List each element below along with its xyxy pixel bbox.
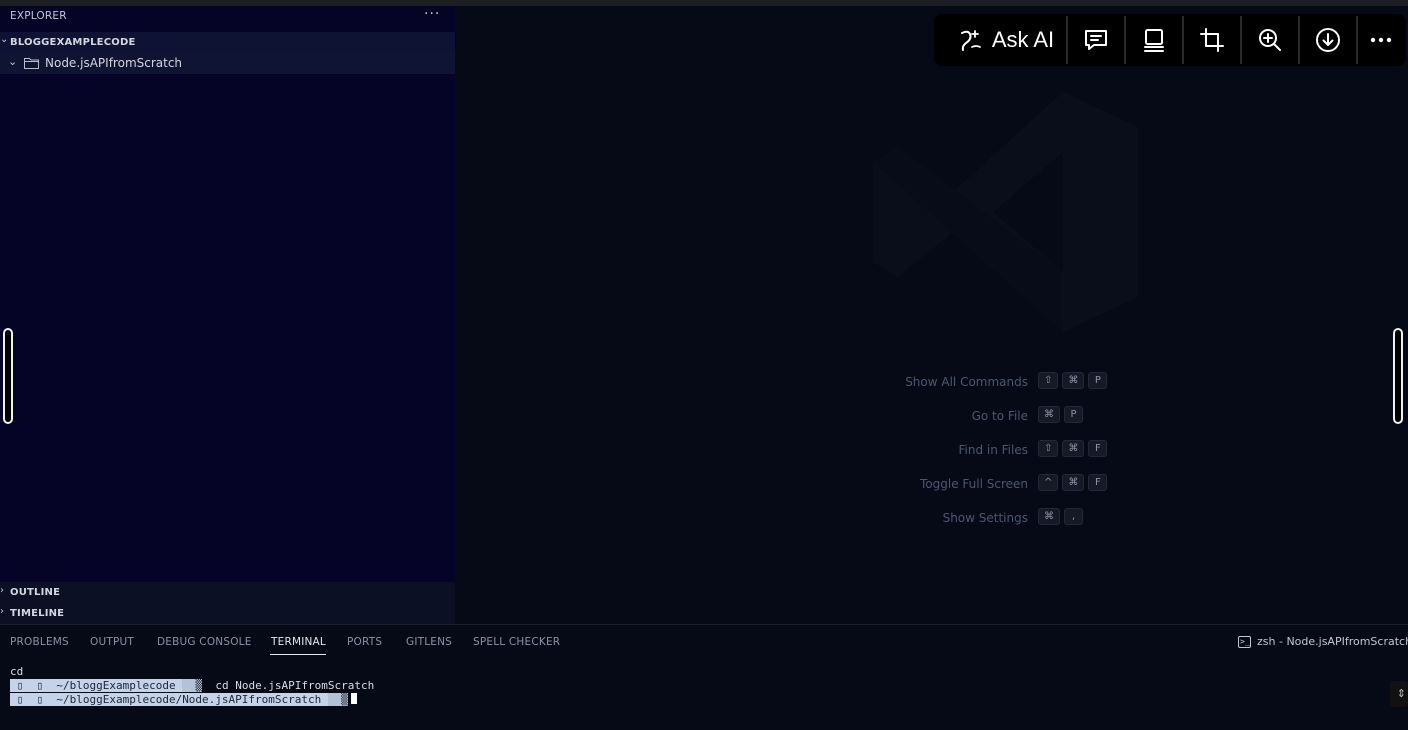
tab-spell-checker[interactable]: SPELL CHECKER	[473, 636, 560, 648]
explorer-header: EXPLORER ···	[0, 6, 455, 28]
explorer-title: EXPLORER	[10, 10, 67, 22]
zoom-in-button[interactable]	[1242, 14, 1298, 66]
download-button[interactable]	[1300, 14, 1356, 66]
terminal-command: cd Node.jsAPIfromScratch	[215, 679, 375, 692]
key-cap: ⌘	[1062, 372, 1085, 389]
key-cap: ⌘	[1038, 406, 1060, 423]
terminal-instance-label[interactable]: >_ zsh - Node.jsAPIfromScratch	[1238, 635, 1408, 648]
crop-button[interactable]	[1184, 14, 1240, 66]
shortcut-row[interactable]: Go to File ⌘ P	[740, 406, 1140, 426]
workspace-label: BLOGGEXAMPLECODE	[10, 37, 136, 48]
outline-label: OUTLINE	[10, 587, 61, 598]
key-cap: ,	[1064, 508, 1083, 525]
chevron-down-icon: ⌄	[8, 55, 18, 68]
more-button[interactable]	[1358, 14, 1404, 66]
key-cap: ⌘	[1038, 508, 1060, 525]
right-resize-handle[interactable]	[1393, 328, 1403, 424]
key-cap: P	[1088, 372, 1108, 389]
comment-button[interactable]	[1068, 14, 1124, 66]
panel-tabs: PROBLEMS OUTPUT DEBUG CONSOLE TERMINAL P…	[0, 625, 1000, 659]
key-cap: ⇧	[1038, 372, 1059, 389]
ai-sparkle-icon	[960, 30, 981, 51]
shortcut-row[interactable]: Show All Commands ⇧ ⌘ P	[740, 372, 1140, 392]
prompt-path: ~/bloggExamplecode/Node.jsAPIfromScratch	[56, 693, 322, 706]
prompt-gap	[202, 679, 215, 692]
shortcut-label: Go to File	[971, 409, 1028, 423]
key-cap: F	[1088, 474, 1108, 491]
more-actions-icon[interactable]: ···	[424, 6, 440, 22]
shortcut-label: Find in Files	[958, 443, 1029, 457]
tree-item-folder[interactable]: ⌄ Node.jsAPIfromScratch	[0, 53, 455, 74]
more-horizontal-icon	[1370, 37, 1392, 43]
shortcut-row[interactable]: Find in Files ⇧ ⌘ F	[740, 440, 1140, 460]
key-cap: ^	[1038, 474, 1059, 491]
terminal-title: zsh - Node.jsAPIfromScratch	[1257, 635, 1408, 648]
terminal-icon: >_	[1238, 635, 1251, 648]
key-cap: ⌘	[1062, 440, 1085, 457]
explorer-sidebar: EXPLORER ··· ⌄ BLOGGEXAMPLECODE ⌄ Node.j…	[0, 6, 455, 624]
key-cap: ⌘	[1062, 474, 1085, 491]
tab-debug-console[interactable]: DEBUG CONSOLE	[157, 636, 252, 648]
chevron-down-icon: ⌄	[0, 34, 9, 45]
terminal-output[interactable]: cd ▯ ▯ ~/bloggExamplecode ▒ cd Node.jsAP…	[10, 665, 374, 707]
vscode-logo-watermark	[873, 92, 1138, 332]
prompt-segment: ▯ ▯ ~/bloggExamplecode	[10, 679, 183, 692]
outline-section[interactable]: › OUTLINE	[0, 582, 455, 603]
bottom-panel: PROBLEMS OUTPUT DEBUG CONSOLE TERMINAL P…	[0, 624, 1408, 730]
key-cap: F	[1088, 440, 1108, 457]
shortcut-label: Show Settings	[942, 511, 1028, 525]
prompt-segment: ▯ ▯ ~/bloggExamplecode/Node.jsAPIfromScr…	[10, 693, 328, 706]
tab-ports[interactable]: PORTS	[347, 636, 382, 648]
crop-icon	[1200, 28, 1224, 52]
folder-open-icon	[24, 58, 39, 69]
presentation-icon	[1144, 29, 1164, 52]
shortcut-label: Toggle Full Screen	[920, 477, 1028, 491]
shortcut-row[interactable]: Show Settings ⌘ ,	[740, 508, 1140, 528]
terminal-line: ▯ ▯ ~/bloggExamplecode ▒ cd Node.jsAPIfr…	[10, 679, 374, 693]
floating-toolbar: Ask AI	[934, 14, 1406, 66]
zoom-in-icon	[1259, 29, 1281, 51]
left-resize-handle[interactable]	[3, 328, 13, 424]
prompt-segment-end: ▒	[327, 693, 348, 706]
chevron-right-icon: ›	[0, 585, 4, 596]
tab-terminal[interactable]: TERMINAL	[271, 636, 326, 648]
tab-output[interactable]: OUTPUT	[90, 636, 134, 648]
shortcut-label: Show All Commands	[905, 375, 1028, 389]
tab-gitlens[interactable]: GITLENS	[406, 636, 452, 648]
workspace-header[interactable]: ⌄ BLOGGEXAMPLECODE	[0, 32, 455, 53]
presentation-button[interactable]	[1126, 14, 1182, 66]
timeline-label: TIMELINE	[10, 608, 65, 619]
terminal-line: ▯ ▯ ~/bloggExamplecode/Node.jsAPIfromScr…	[10, 693, 374, 707]
key-cap: P	[1064, 406, 1083, 423]
comment-icon	[1085, 30, 1107, 50]
ask-ai-label: Ask AI	[991, 27, 1055, 52]
key-cap: ⇧	[1038, 440, 1059, 457]
active-tab-indicator	[270, 654, 326, 655]
timeline-section[interactable]: › TIMELINE	[0, 603, 455, 624]
chevron-right-icon: ›	[0, 606, 4, 617]
folder-label: Node.jsAPIfromScratch	[45, 56, 183, 70]
shortcut-row[interactable]: Toggle Full Screen ^ ⌘ F	[740, 474, 1140, 494]
terminal-line: cd	[10, 665, 374, 679]
prompt-path: ~/bloggExamplecode	[56, 679, 176, 692]
tab-problems[interactable]: PROBLEMS	[10, 636, 69, 648]
terminal-scroll-button[interactable]: ⇕	[1390, 681, 1408, 707]
ask-ai-button[interactable]: Ask AI	[946, 14, 1066, 66]
prompt-segment-end: ▒	[182, 679, 203, 692]
terminal-cursor	[350, 693, 357, 704]
download-icon	[1316, 28, 1340, 52]
terminal-text: cd	[10, 665, 24, 678]
